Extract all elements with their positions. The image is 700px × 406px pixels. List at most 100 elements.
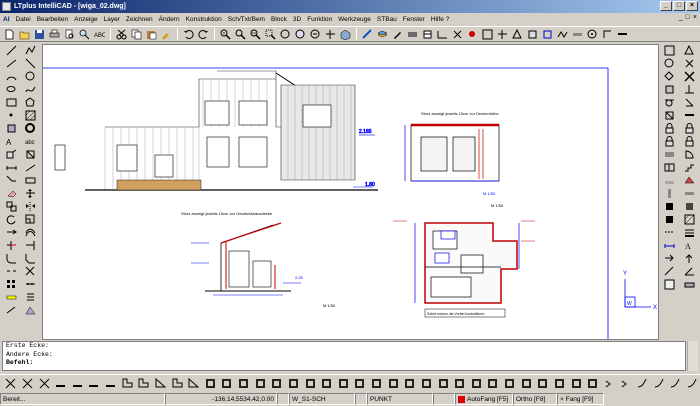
status-fang[interactable]: × Fang [F9] — [557, 393, 604, 405]
arrow-right-icon[interactable] — [660, 252, 678, 265]
snap-apparent-icon[interactable] — [660, 109, 678, 122]
mtext-icon[interactable]: abc — [21, 135, 39, 148]
rectangle-icon[interactable] — [2, 96, 20, 109]
menu-app-icon[interactable]: AI — [3, 16, 10, 23]
save-icon[interactable] — [33, 28, 46, 41]
offset-icon[interactable] — [21, 226, 39, 239]
steel-1-icon[interactable] — [203, 376, 219, 391]
snap-intersection-icon[interactable] — [680, 70, 698, 83]
chamfer-icon[interactable] — [21, 252, 39, 265]
snap-nearest-icon[interactable] — [680, 96, 698, 109]
snap-node-icon[interactable] — [680, 57, 698, 70]
zoom-all-icon[interactable] — [279, 28, 292, 41]
tool-b-icon[interactable] — [421, 28, 434, 41]
command-scrollbar[interactable] — [687, 341, 698, 371]
command-prompt[interactable]: Befehl: — [6, 359, 685, 368]
area-icon[interactable] — [21, 304, 39, 317]
text-style-icon[interactable]: A — [680, 239, 698, 252]
trim-icon[interactable] — [2, 239, 20, 252]
profile-2-icon[interactable] — [136, 376, 152, 391]
view-3d-icon[interactable] — [339, 28, 352, 41]
menu-layer[interactable]: Layer — [104, 16, 120, 23]
slab-tool-icon[interactable] — [660, 174, 678, 187]
linetype-icon[interactable] — [660, 226, 678, 239]
status-ortho[interactable]: Ortho [F8] — [513, 393, 557, 405]
steel-19-icon[interactable] — [502, 376, 518, 391]
explode-icon[interactable] — [21, 265, 39, 278]
bar-4-icon[interactable] — [103, 376, 119, 391]
steel-4-icon[interactable] — [252, 376, 268, 391]
stretch-icon[interactable] — [2, 226, 20, 239]
tool-n-icon[interactable] — [601, 28, 614, 41]
tool-d-icon[interactable] — [451, 28, 464, 41]
make-block-icon[interactable] — [21, 148, 39, 161]
dim-linear-icon[interactable] — [2, 161, 20, 174]
wall-tool-icon[interactable] — [660, 148, 678, 161]
steel-14-icon[interactable] — [419, 376, 435, 391]
zoom-window-icon[interactable] — [264, 28, 277, 41]
bar-3-icon[interactable] — [86, 376, 102, 391]
doc-minimize-button[interactable]: _ — [679, 14, 683, 21]
steel-7-icon[interactable] — [302, 376, 318, 391]
print-icon[interactable] — [48, 28, 61, 41]
steel-18-icon[interactable] — [485, 376, 501, 391]
tool-a-icon[interactable] — [406, 28, 419, 41]
tool-i-icon[interactable] — [526, 28, 539, 41]
tool-g-icon[interactable] — [496, 28, 509, 41]
snap-endpoint-icon[interactable] — [660, 44, 678, 57]
steel-23-icon[interactable] — [568, 376, 584, 391]
arrow-cross-icon[interactable] — [3, 376, 19, 391]
maximize-button[interactable]: □ — [673, 1, 685, 11]
open-folder-icon[interactable] — [18, 28, 31, 41]
hatch-icon[interactable] — [21, 109, 39, 122]
match-properties-icon[interactable] — [160, 28, 173, 41]
spell-icon[interactable]: ABC — [93, 28, 106, 41]
donut-icon[interactable] — [21, 122, 39, 135]
extend-icon[interactable] — [21, 239, 39, 252]
menu-anzeige[interactable]: Anzeige — [74, 16, 98, 23]
text-icon[interactable]: A — [2, 135, 20, 148]
profile-3-icon[interactable] — [153, 376, 169, 391]
status-autofang[interactable]: AutoFang [F5] — [455, 393, 513, 405]
print-preview-icon[interactable] — [63, 28, 76, 41]
steel-12-icon[interactable] — [385, 376, 401, 391]
rotate-icon[interactable] — [2, 213, 20, 226]
close-button[interactable]: × — [686, 1, 698, 11]
tool-f-icon[interactable] — [481, 28, 494, 41]
zoom-out-icon[interactable] — [249, 28, 262, 41]
scale-icon[interactable] — [21, 213, 39, 226]
menu-funktion[interactable]: Funktion — [307, 16, 332, 23]
redo-icon[interactable] — [197, 28, 210, 41]
steel-21-icon[interactable] — [535, 376, 551, 391]
menu-bearbeiten[interactable]: Bearbeiten — [37, 16, 68, 23]
status-linetype[interactable]: PUNKT — [367, 393, 433, 405]
cross-3-icon[interactable] — [36, 376, 52, 391]
menu-hilfe[interactable]: Hilfe ? — [431, 16, 449, 23]
curve-3-icon[interactable] — [668, 376, 684, 391]
menu-stbau[interactable]: STBau — [377, 16, 397, 23]
measure-icon[interactable] — [2, 291, 20, 304]
stair-tool-icon[interactable] — [680, 161, 698, 174]
chevron-1-icon[interactable] — [602, 376, 618, 391]
steel-9-icon[interactable] — [336, 376, 352, 391]
curve-4-icon[interactable] — [685, 376, 700, 391]
tool-e-icon[interactable] — [466, 28, 479, 41]
snap-center-icon[interactable] — [660, 57, 678, 70]
snap-insertion-icon[interactable] — [660, 83, 678, 96]
steel-3-icon[interactable] — [236, 376, 252, 391]
spline-icon[interactable] — [21, 83, 39, 96]
undo-icon[interactable] — [182, 28, 195, 41]
dim-aligned-icon[interactable] — [21, 161, 39, 174]
roof-tool-icon[interactable] — [680, 174, 698, 187]
layer-icon[interactable] — [376, 28, 389, 41]
dim-style-icon[interactable] — [660, 239, 678, 252]
angle-tool-icon[interactable] — [680, 265, 698, 278]
steel-16-icon[interactable] — [452, 376, 468, 391]
doc-restore-button[interactable]: □ — [686, 14, 690, 21]
insert-block-icon[interactable] — [2, 148, 20, 161]
menu-sch-txt-bem[interactable]: Sch/Txt/Bem — [228, 16, 265, 23]
break-icon[interactable] — [2, 265, 20, 278]
properties-icon[interactable] — [361, 28, 374, 41]
steel-24-icon[interactable] — [585, 376, 601, 391]
circle-icon[interactable] — [21, 70, 39, 83]
